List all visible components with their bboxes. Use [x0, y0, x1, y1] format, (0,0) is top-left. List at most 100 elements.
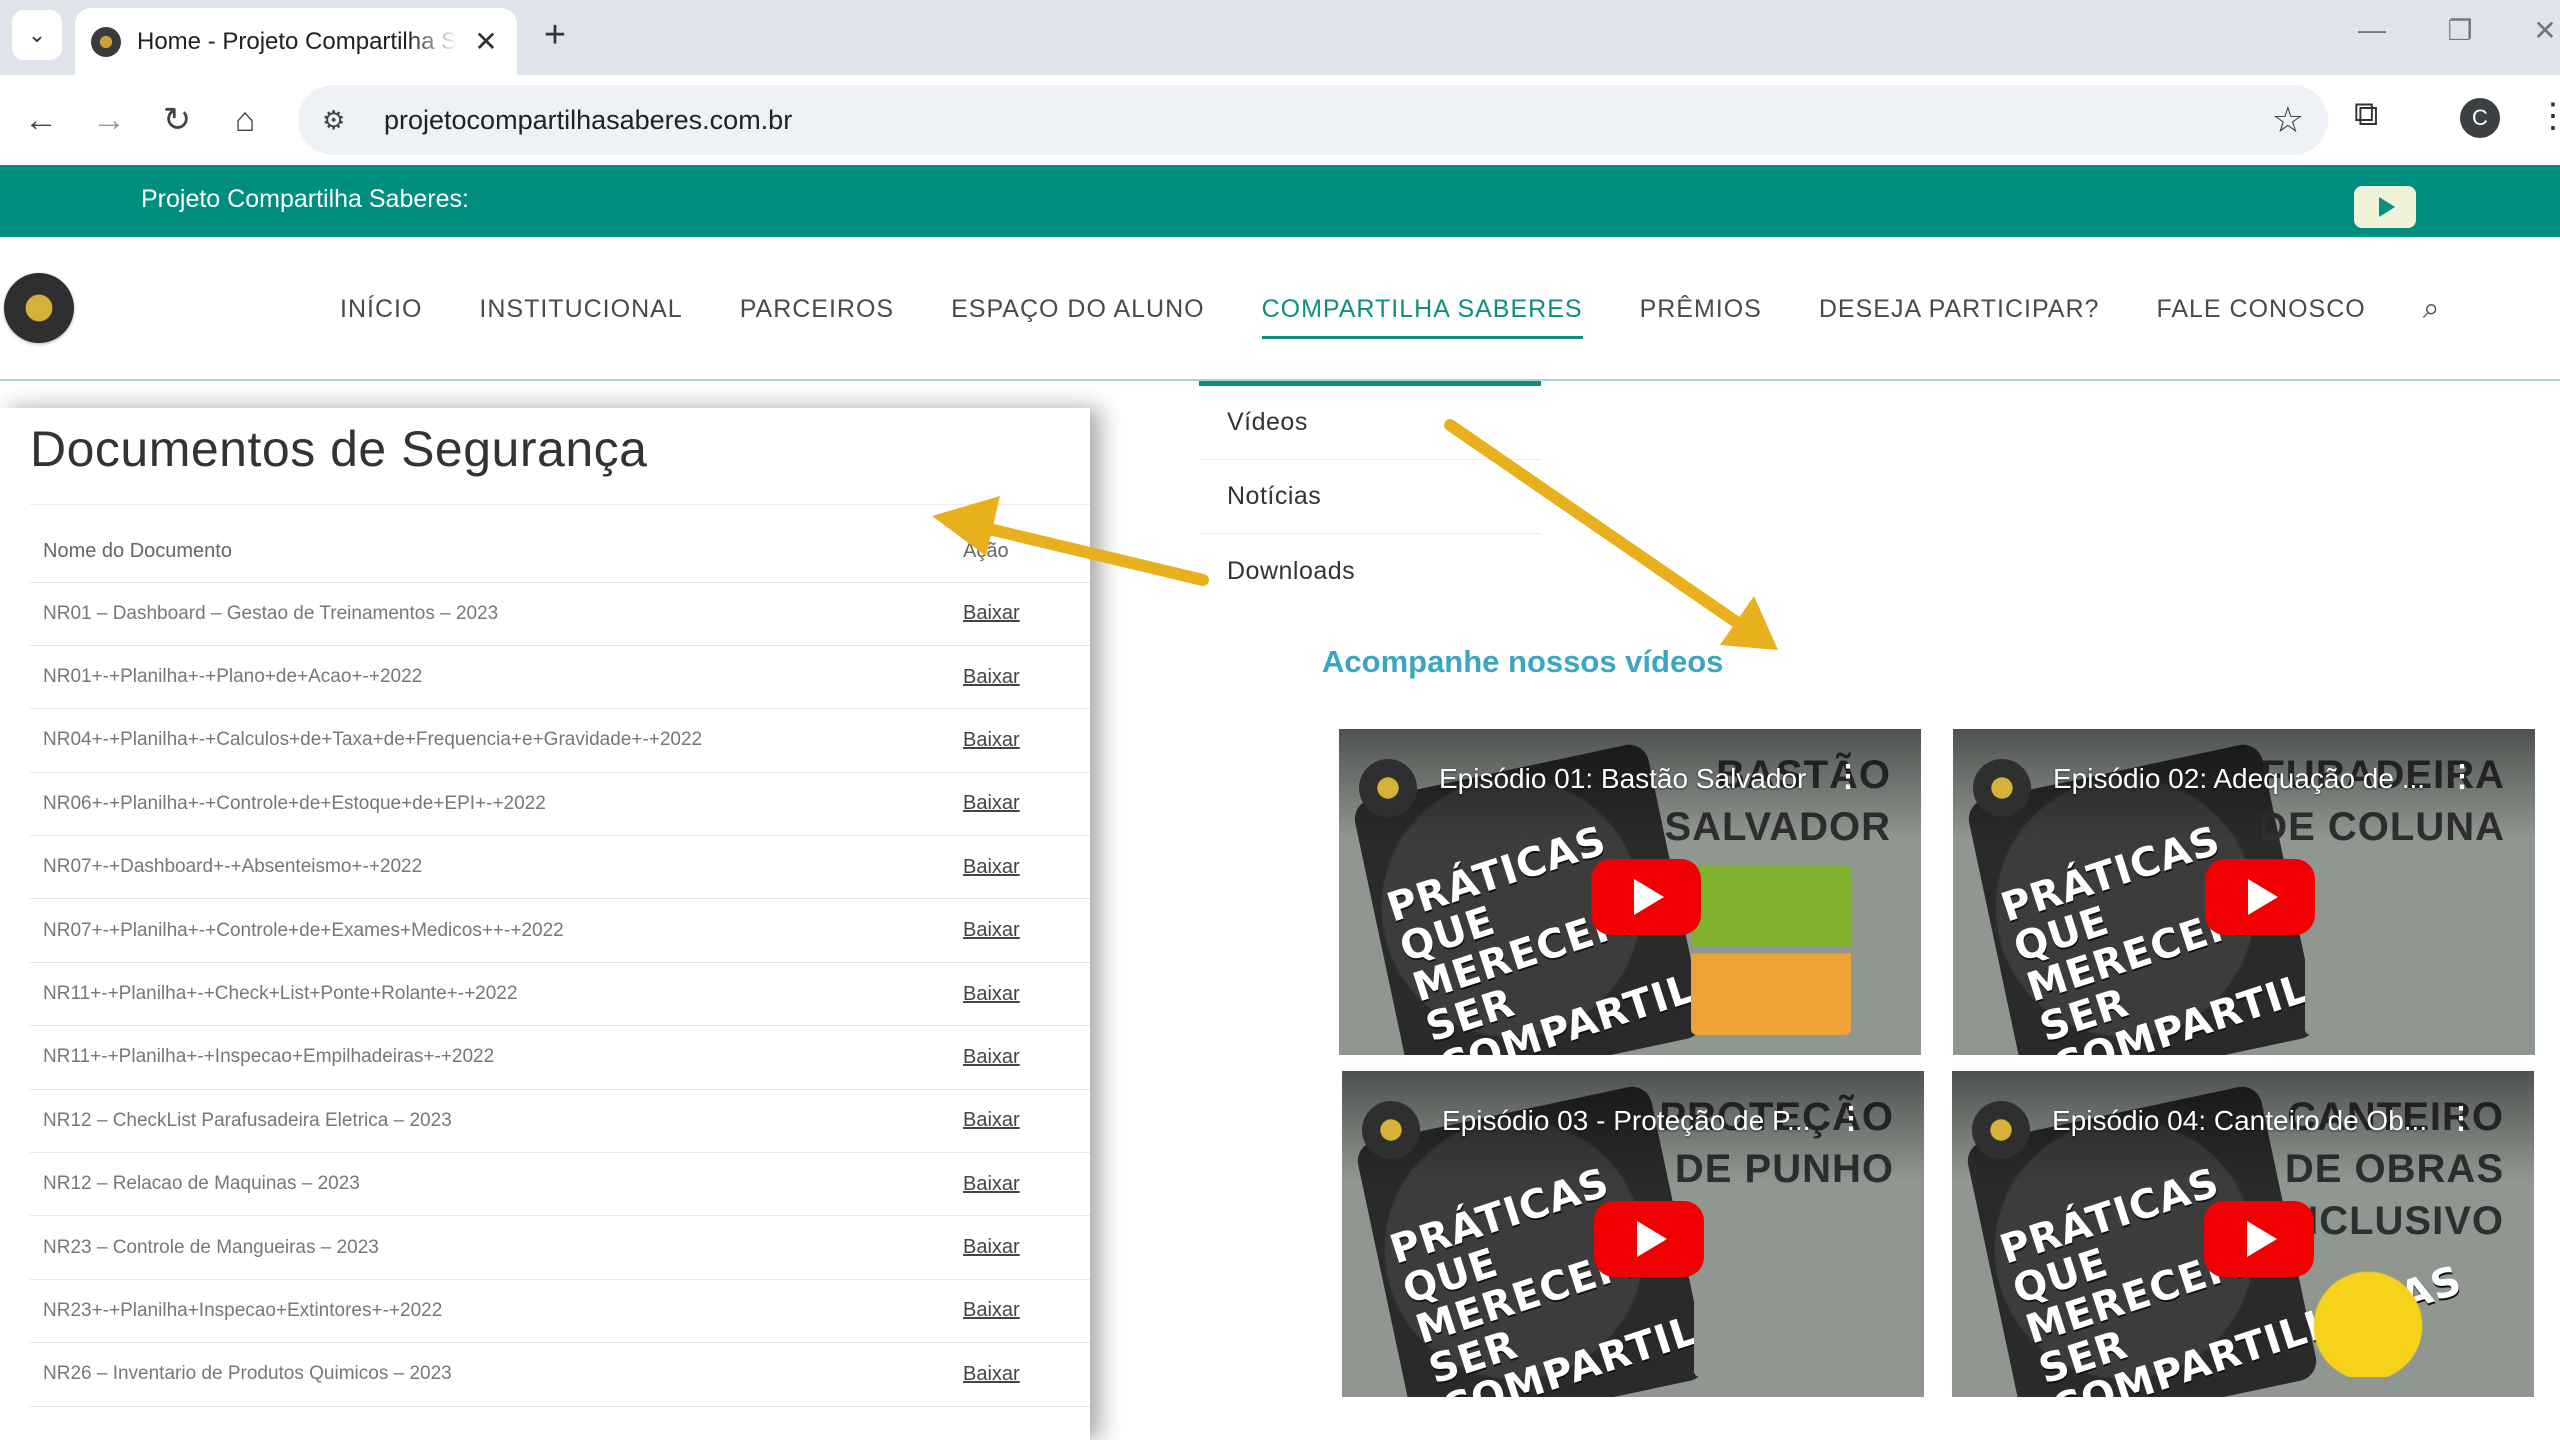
youtube-icon[interactable]	[2354, 186, 2416, 228]
main-nav: INÍCIO INSTITUCIONAL PARCEIROS ESPAÇO DO AL…	[340, 237, 2440, 381]
channel-avatar[interactable]	[1362, 1101, 1420, 1159]
video-embed-1[interactable]: PRÁTICAS QUE MERECEM SER COMPARTILHADASB…	[1339, 729, 1921, 1055]
nav-item-6[interactable]: DESEJA PARTICIPAR?	[1819, 237, 2100, 381]
forward-icon[interactable]: →	[84, 95, 134, 145]
arrowhead-right	[1720, 596, 1778, 650]
profile-avatar[interactable]: C	[2460, 98, 2500, 138]
play-icon	[2248, 879, 2278, 915]
channel-avatar[interactable]	[1973, 759, 2031, 817]
play-button[interactable]	[2204, 1201, 2314, 1277]
document-action-cell: Baixar	[963, 1089, 1090, 1154]
play-button[interactable]	[1594, 1201, 1704, 1277]
video-title[interactable]: Episódio 03 - Proteção de P...	[1442, 1105, 1810, 1137]
url-text: projetocompartilhasaberes.com.br	[384, 104, 793, 135]
tab-search-button[interactable]: ⌄	[12, 10, 62, 60]
document-name: NR11+-+Planilha+-+Check+List+Ponte+Rolan…	[30, 962, 963, 1027]
table-row: NR23 – Controle de Mangueiras – 2023 Baix…	[30, 1215, 1090, 1280]
document-action-cell: Baixar	[963, 898, 1090, 963]
download-link[interactable]: Baixar	[963, 666, 1020, 688]
download-link[interactable]: Baixar	[963, 792, 1020, 814]
search-icon[interactable]: ⌕	[2423, 292, 2440, 326]
compartilha-dropdown: Vídeos Notícias Downloads	[1199, 381, 1541, 608]
window-close-icon[interactable]: ✕	[2525, 14, 2560, 47]
table-row: NR01 – Dashboard – Gestao de Treinamento…	[30, 582, 1090, 646]
table-row: NR12 – CheckList Parafusadeira Eletrica …	[30, 1089, 1090, 1154]
extensions-icon[interactable]: ⧉	[2354, 95, 2378, 134]
video-menu-icon[interactable]: ⋮	[2446, 1101, 2476, 1136]
dropdown-item-1[interactable]: Notícias	[1199, 460, 1541, 534]
table-row: NR04+-+Planilha+-+Calculos+de+Taxa+de+Fr…	[30, 708, 1090, 773]
topbar-text: Projeto Compartilha Saberes:	[141, 185, 469, 213]
site-settings-icon[interactable]: ⚙	[322, 105, 362, 136]
new-tab-button[interactable]: +	[535, 14, 575, 57]
nav-item-5[interactable]: PRÊMIOS	[1640, 237, 1762, 381]
download-link[interactable]: Baixar	[963, 919, 1020, 941]
play-button[interactable]	[2205, 859, 2315, 935]
channel-avatar[interactable]	[1972, 1101, 2030, 1159]
video-title[interactable]: Episódio 01: Bastão Salvador	[1439, 763, 1806, 795]
close-icon[interactable]: ✕	[471, 25, 501, 58]
document-name: NR26 – Inventario de Produtos Quimicos –…	[30, 1342, 963, 1407]
documents-panel: Documentos de Segurança Nome do Document…	[0, 408, 1090, 1440]
nav-item-4[interactable]: COMPARTILHA SABERES	[1261, 237, 1583, 381]
browser-menu-icon[interactable]: ⋮	[2536, 96, 2560, 136]
download-link[interactable]: Baixar	[963, 1299, 1020, 1321]
nav-item-7[interactable]: FALE CONOSCO	[2156, 237, 2365, 381]
divider	[30, 504, 1090, 505]
back-icon[interactable]: ←	[16, 95, 66, 145]
video-title[interactable]: Episódio 02: Adequação de ...	[2053, 763, 2425, 795]
download-link[interactable]: Baixar	[963, 729, 1020, 751]
channel-avatar[interactable]	[1359, 759, 1417, 817]
nav-item-2[interactable]: PARCEIROS	[740, 237, 894, 381]
video-illustration	[1691, 865, 1851, 1035]
video-embed-2[interactable]: PRÁTICAS QUE MERECEM SER COMPARTILHADASF…	[1953, 729, 2535, 1055]
table-header-row: Nome do Documento Ação	[30, 522, 1090, 583]
document-action-cell: Baixar	[963, 708, 1090, 773]
nav-item-3[interactable]: ESPAÇO DO ALUNO	[951, 237, 1205, 381]
site-topbar: Projeto Compartilha Saberes:	[0, 165, 2560, 237]
video-menu-icon[interactable]: ⋮	[2447, 759, 2477, 794]
nav-item-0[interactable]: INÍCIO	[340, 237, 422, 381]
video-title[interactable]: Episódio 04: Canteiro de Ob...	[2052, 1105, 2427, 1137]
download-link[interactable]: Baixar	[963, 983, 1020, 1005]
video-illustration	[2305, 865, 2465, 1035]
download-link[interactable]: Baixar	[963, 1236, 1020, 1258]
minimize-icon[interactable]: —	[2352, 14, 2392, 46]
browser-toolbar: ← → ↻ ⌂ ⚙ projetocompartilhasaberes.com.…	[0, 75, 2560, 165]
restore-icon[interactable]: ❐	[2440, 14, 2480, 47]
download-link[interactable]: Baixar	[963, 1046, 1020, 1068]
document-name: NR07+-+Planilha+-+Controle+de+Exames+Med…	[30, 898, 963, 963]
download-link[interactable]: Baixar	[963, 1109, 1020, 1131]
document-name: NR04+-+Planilha+-+Calculos+de+Taxa+de+Fr…	[30, 708, 963, 773]
video-embed-4[interactable]: PRÁTICAS QUE MERECEM SER COMPARTILHADASC…	[1952, 1071, 2534, 1397]
download-link[interactable]: Baixar	[963, 602, 1020, 624]
download-link[interactable]: Baixar	[963, 856, 1020, 878]
download-link[interactable]: Baixar	[963, 1363, 1020, 1385]
document-name: NR06+-+Planilha+-+Controle+de+Estoque+de…	[30, 772, 963, 837]
reload-icon[interactable]: ↻	[152, 95, 202, 145]
nav-item-1[interactable]: INSTITUCIONAL	[479, 237, 682, 381]
document-name: NR11+-+Planilha+-+Inspecao+Empilhadeiras…	[30, 1025, 963, 1090]
site-logo[interactable]	[4, 273, 74, 343]
browser-tab-strip: ⌄ Home - Projeto Compartilha Saberes ✕ +…	[0, 0, 2560, 75]
dropdown-item-0[interactable]: Vídeos	[1199, 386, 1541, 460]
document-name: NR01+-+Planilha+-+Plano+de+Acao+-+2022	[30, 645, 963, 710]
video-menu-icon[interactable]: ⋮	[1836, 1101, 1866, 1136]
table-row: NR11+-+Planilha+-+Inspecao+Empilhadeiras…	[30, 1025, 1090, 1090]
download-link[interactable]: Baixar	[963, 1173, 1020, 1195]
document-name: NR12 – Relacao de Maquinas – 2023	[30, 1152, 963, 1217]
address-bar[interactable]: ⚙ projetocompartilhasaberes.com.br ☆	[298, 85, 2328, 155]
home-icon[interactable]: ⌂	[220, 95, 270, 145]
video-embed-3[interactable]: PRÁTICAS QUE MERECEM SER COMPARTILHADASP…	[1342, 1071, 1924, 1397]
table-row: NR07+-+Dashboard+-+Absenteismo+-+2022 Bai…	[30, 835, 1090, 900]
document-action-cell: Baixar	[963, 835, 1090, 900]
play-button[interactable]	[1591, 859, 1701, 935]
document-action-cell: Baixar	[963, 582, 1090, 646]
dropdown-item-2[interactable]: Downloads	[1199, 534, 1541, 608]
video-menu-icon[interactable]: ⋮	[1833, 759, 1863, 794]
document-name: NR07+-+Dashboard+-+Absenteismo+-+2022	[30, 835, 963, 900]
play-icon	[2247, 1221, 2277, 1257]
browser-tab-active[interactable]: Home - Projeto Compartilha Saberes ✕	[75, 8, 517, 75]
bookmark-star-icon[interactable]: ☆	[2272, 99, 2304, 141]
favicon-icon	[91, 26, 121, 57]
